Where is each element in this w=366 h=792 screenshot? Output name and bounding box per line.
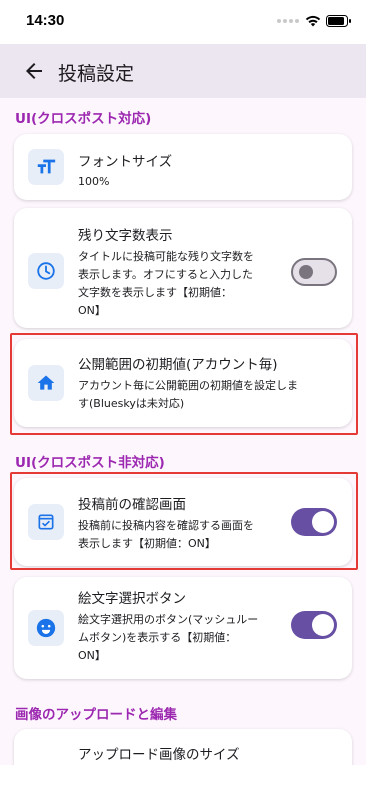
desc-line: 投稿前に投稿内容を確認する画面を — [78, 519, 254, 532]
section-header-non-crosspost: UI(クロスポスト非対応) — [15, 455, 165, 471]
char-count-toggle[interactable] — [291, 258, 337, 286]
confirm-title: 投稿前の確認画面 — [78, 497, 186, 513]
desc-line: 表示します【初期値：ON】 — [78, 537, 216, 550]
battery-icon — [326, 15, 351, 27]
icon-box — [28, 253, 64, 289]
desc-line: アカウント毎に公開範囲の初期値を設定しま — [78, 379, 298, 392]
visibility-default-setting[interactable]: 公開範囲の初期値(アカウント毎) アカウント毎に公開範囲の初期値を設定しま す(… — [14, 339, 352, 427]
desc-line: タイトルに投稿可能な残り文字数を — [78, 250, 254, 263]
visibility-desc: アカウント毎に公開範囲の初期値を設定しま す(Blueskyは未対応) — [78, 377, 298, 413]
page-title: 投稿設定 — [58, 63, 135, 85]
confirm-screen-setting[interactable]: 投稿前の確認画面 投稿前に投稿内容を確認する画面を 表示します【初期値：ON】 — [14, 478, 352, 566]
toggle-knob — [299, 265, 313, 279]
confirm-toggle[interactable] — [291, 508, 337, 536]
section-header-crosspost: UI(クロスポスト対応) — [15, 111, 152, 127]
status-time: 14:30 — [26, 12, 65, 29]
emoji-desc: 絵文字選択用のボタン(マッシュルー ムボタン)を表示する【初期値： ON】 — [78, 611, 258, 665]
confirm-icon — [38, 514, 54, 530]
emoji-toggle[interactable] — [291, 611, 337, 639]
char-count-desc: タイトルに投稿可能な残り文字数を 表示します。オフにすると入力した 文字数を表示… — [78, 248, 254, 320]
char-count-setting[interactable]: 残り文字数表示 タイトルに投稿可能な残り文字数を 表示します。オフにすると入力し… — [14, 208, 352, 328]
home-icon — [37, 375, 55, 390]
upload-size-title: アップロード画像のサイズ — [78, 747, 240, 763]
signal-dots-icon — [277, 19, 299, 23]
confirm-desc: 投稿前に投稿内容を確認する画面を 表示します【初期値：ON】 — [78, 517, 254, 553]
desc-line: ON】 — [78, 649, 106, 662]
icon-box — [28, 365, 64, 401]
icon-box — [28, 504, 64, 540]
desc-line: 絵文字選択用のボタン(マッシュルー — [78, 613, 259, 626]
desc-line: 文字数を表示します【初期値： — [78, 286, 232, 299]
emoji-button-setting[interactable]: 絵文字選択ボタン 絵文字選択用のボタン(マッシュルー ムボタン)を表示する【初期… — [14, 577, 352, 679]
status-icons — [277, 14, 352, 28]
arrow-back-icon[interactable] — [22, 59, 46, 83]
emoji-title: 絵文字選択ボタン — [78, 591, 186, 607]
toggle-knob — [312, 614, 334, 636]
toggle-knob — [312, 511, 334, 533]
section-header-image-upload: 画像のアップロードと編集 — [15, 707, 177, 723]
clock-icon — [37, 262, 55, 280]
desc-line: ムボタン)を表示する【初期値： — [78, 631, 237, 644]
text-size-icon — [37, 159, 56, 174]
desc-line: す(Blueskyは未対応) — [78, 397, 185, 410]
desc-line: 表示します。オフにすると入力した — [78, 268, 254, 281]
bottom-bar — [0, 765, 366, 792]
status-bar: 14:30 — [0, 0, 366, 44]
font-size-setting[interactable]: フォントサイズ 100% — [14, 134, 352, 200]
icon-box — [28, 610, 64, 646]
visibility-title: 公開範囲の初期値(アカウント毎) — [78, 357, 278, 373]
app-bar: 投稿設定 — [0, 44, 366, 98]
char-count-title: 残り文字数表示 — [78, 228, 173, 244]
icon-box — [28, 149, 64, 185]
font-size-value: 100% — [78, 175, 110, 188]
wifi-icon — [305, 15, 321, 27]
desc-line: ON】 — [78, 304, 106, 317]
font-size-title: フォントサイズ — [78, 154, 173, 170]
emoji-icon — [36, 618, 56, 638]
